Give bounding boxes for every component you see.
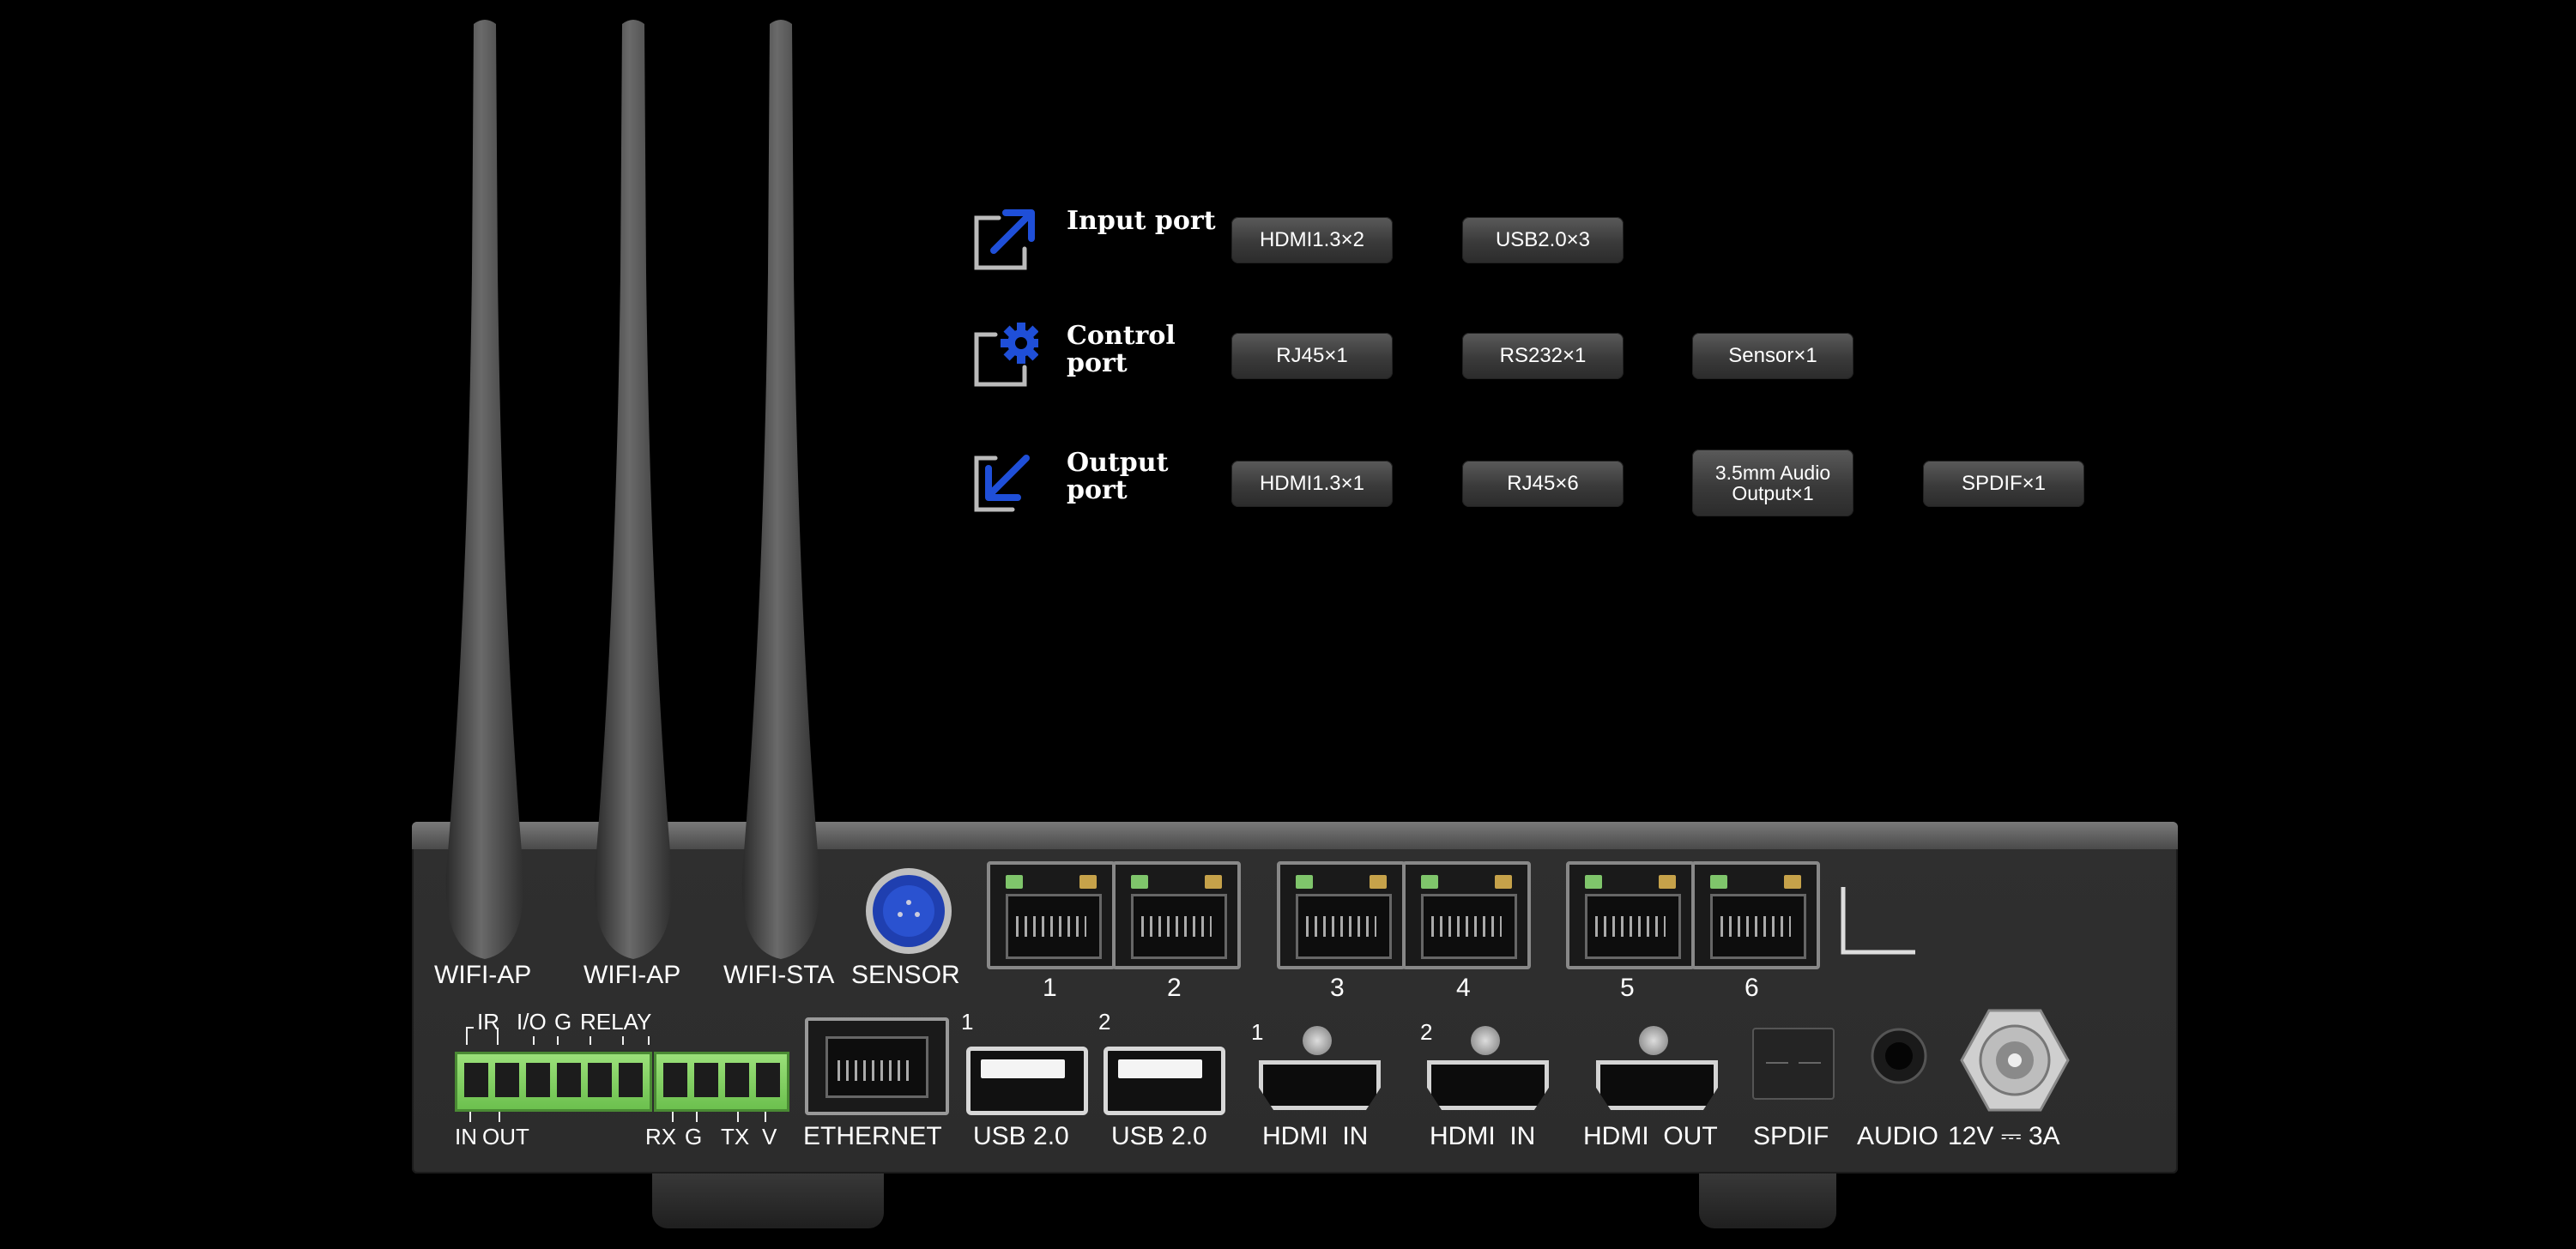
arrow-up-right-icon [974, 209, 1035, 270]
terminal-label-rx: RX [645, 1124, 677, 1149]
hdmi-number-2: 2 [1420, 1019, 1433, 1045]
rj45-number-6: 6 [1745, 974, 1759, 1002]
rj45-port-2 [1112, 861, 1241, 969]
device-foot-right [1699, 1168, 1836, 1228]
rj45-number-2: 2 [1167, 974, 1182, 1002]
antenna-icon [445, 20, 524, 959]
usb-number-2: 2 [1098, 1009, 1111, 1035]
terminal-block-left [455, 1052, 652, 1112]
input-chip-hdmi: HDMI1.3×2 [1231, 217, 1393, 263]
power-connector-icon [1960, 1009, 2070, 1112]
arrow-down-left-icon [974, 455, 1030, 512]
sensor-label: SENSOR [851, 961, 960, 989]
output-chip-rj45: RJ45×6 [1462, 461, 1624, 507]
usb-port-1 [966, 1047, 1088, 1115]
hdmi-in-port-1 [1259, 1060, 1381, 1110]
control-chip-sensor: Sensor×1 [1692, 333, 1853, 379]
antenna-icon [594, 20, 673, 959]
control-port-label: Control port [1067, 321, 1176, 378]
hdmi-in-label-2: HDMI IN [1430, 1122, 1536, 1150]
rj45-port-3 [1277, 861, 1406, 969]
control-chip-rs232: RS232×1 [1462, 333, 1624, 379]
audio-jack-icon [1871, 1028, 1927, 1084]
terminal-label-v: V [762, 1124, 777, 1149]
spdif-label: SPDIF [1753, 1122, 1829, 1150]
output-port-label: Output port [1067, 448, 1169, 505]
rj45-number-3: 3 [1330, 974, 1345, 1002]
hdmi-screw-3 [1639, 1026, 1668, 1055]
terminal-label-in: IN [455, 1124, 477, 1149]
hdmi-out-label: HDMI OUT [1583, 1122, 1718, 1150]
sensor-connector-icon [866, 868, 952, 954]
output-chip-hdmi: HDMI1.3×1 [1231, 461, 1393, 507]
input-port-label: Input port [1067, 206, 1216, 236]
hdmi-screw-1 [1303, 1026, 1332, 1055]
antenna-label-3: WIFI-STA [723, 961, 835, 989]
gear-icon [974, 323, 1038, 387]
input-chip-usb: USB2.0×3 [1462, 217, 1624, 263]
rj45-number-5: 5 [1620, 974, 1635, 1002]
power-label: 12V ⎓ 3A [1948, 1122, 2060, 1150]
output-chip-audio: 3.5mm Audio Output×1 [1692, 450, 1853, 516]
device-foot-left-2 [747, 1168, 884, 1228]
antenna-label-2: WIFI-AP [584, 961, 681, 989]
ethernet-port [805, 1017, 949, 1115]
control-chip-rj45: RJ45×1 [1231, 333, 1393, 379]
rj45-port-4 [1402, 861, 1531, 969]
antenna-label-1: WIFI-AP [434, 961, 532, 989]
usb-port-2 [1104, 1047, 1225, 1115]
rj45-number-4: 4 [1456, 974, 1471, 1002]
antenna-icon [741, 20, 820, 959]
rj45-port-5 [1566, 861, 1695, 969]
corner-bracket-icon [1841, 887, 1915, 955]
hdmi-screw-2 [1471, 1026, 1500, 1055]
usb-number-1: 1 [961, 1009, 974, 1035]
terminal-label-g2: G [685, 1124, 703, 1149]
rj45-port-6 [1691, 861, 1820, 969]
hdmi-number-1: 1 [1251, 1019, 1264, 1045]
audio-label: AUDIO [1857, 1122, 1939, 1150]
rj45-number-1: 1 [1043, 974, 1057, 1002]
hdmi-in-port-2 [1427, 1060, 1549, 1110]
usb-label-1: USB 2.0 [973, 1122, 1069, 1150]
output-chip-spdif: SPDIF×1 [1923, 461, 2084, 507]
terminal-label-out: OUT [482, 1124, 529, 1149]
hdmi-in-label-1: HDMI IN [1262, 1122, 1369, 1150]
spdif-port [1752, 1028, 1835, 1100]
terminal-label-tx: TX [721, 1124, 750, 1149]
rj45-port-1 [987, 861, 1116, 969]
terminal-block-right [654, 1052, 789, 1112]
usb-label-2: USB 2.0 [1111, 1122, 1207, 1150]
ethernet-label: ETHERNET [803, 1122, 942, 1150]
hdmi-out-port [1596, 1060, 1718, 1110]
